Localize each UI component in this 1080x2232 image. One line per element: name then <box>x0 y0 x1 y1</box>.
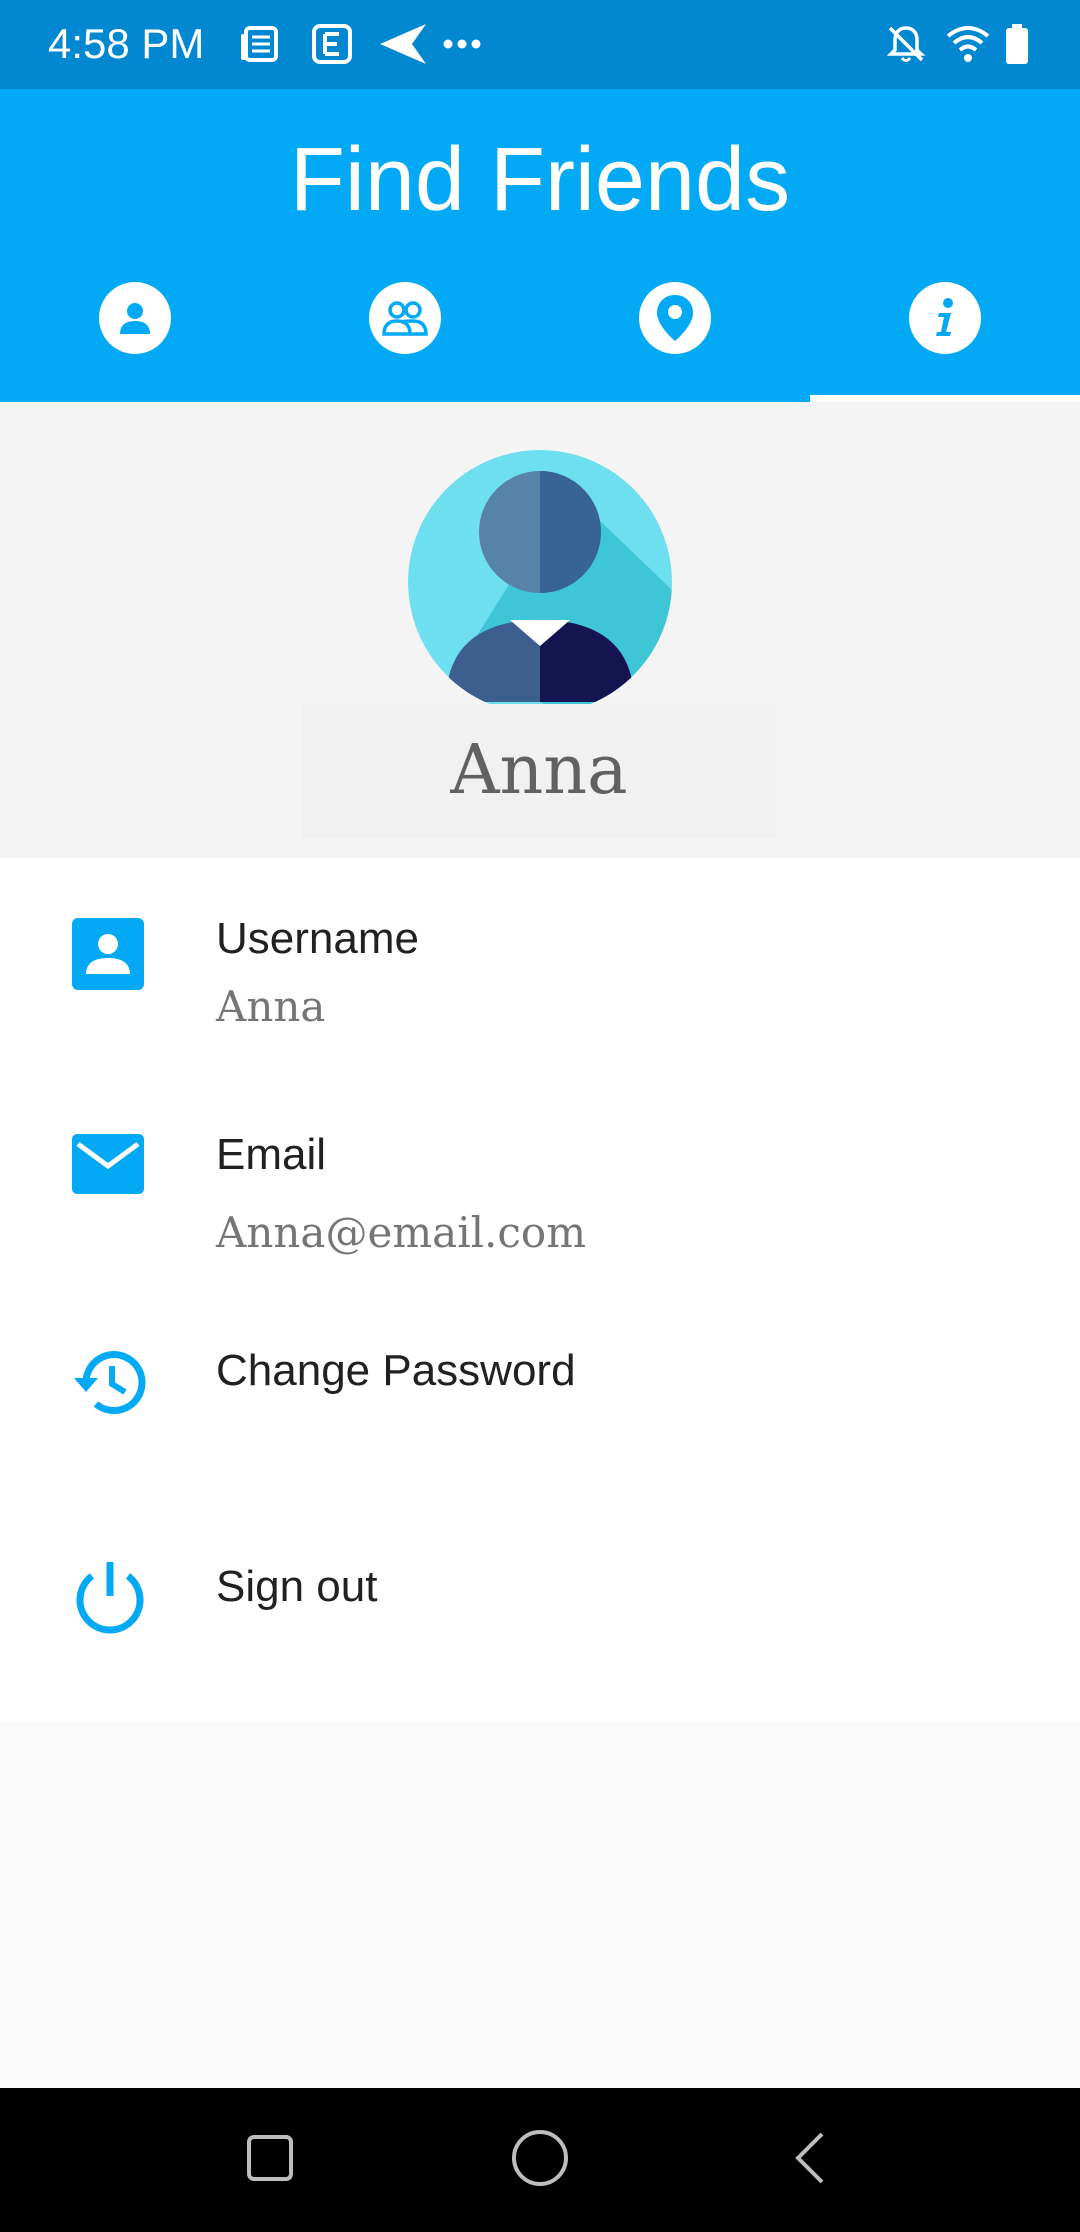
history-icon <box>72 1344 148 1425</box>
username-row[interactable]: Username Anna <box>0 858 1080 1074</box>
back-icon <box>792 2130 828 2191</box>
account-box-icon <box>72 918 144 995</box>
battery-icon <box>1004 22 1030 71</box>
email-icon <box>72 1134 144 1199</box>
change-password-label: Change Password <box>216 1346 576 1395</box>
group-icon <box>369 282 441 354</box>
bell-off-icon <box>884 22 928 71</box>
info-icon <box>909 282 981 354</box>
power-icon <box>72 1556 148 1641</box>
change-password-row[interactable]: Change Password <box>0 1290 1080 1506</box>
location-pin-icon <box>639 282 711 354</box>
status-bar: 4:58 PM <box>0 0 1080 89</box>
email-value: Anna@email.com <box>216 1208 587 1257</box>
tab-info[interactable] <box>810 267 1080 402</box>
app-title: Find Friends <box>289 130 791 230</box>
recents-button[interactable] <box>190 2088 350 2232</box>
username-label: Username <box>216 914 419 963</box>
tab-friends[interactable] <box>270 267 540 402</box>
wifi-icon <box>944 22 992 71</box>
more-dots-icon <box>440 22 484 71</box>
tab-indicator <box>810 395 1080 402</box>
profile-name: Anna <box>450 731 628 810</box>
sign-out-label: Sign out <box>216 1562 378 1611</box>
document-e-icon <box>310 22 354 71</box>
username-value: Anna <box>216 982 326 1031</box>
email-row[interactable]: Email Anna@email.com <box>0 1074 1080 1290</box>
tab-profile[interactable] <box>0 267 270 402</box>
home-button[interactable] <box>460 2088 620 2232</box>
send-icon <box>378 22 428 71</box>
home-icon <box>511 2129 569 2192</box>
profile-name-box: Anna <box>302 704 776 838</box>
tab-location[interactable] <box>540 267 810 402</box>
avatar[interactable] <box>408 450 672 714</box>
account-details-list: Username Anna Email Anna@email.com Chang… <box>0 858 1080 1722</box>
news-icon <box>238 22 282 71</box>
status-time: 4:58 PM <box>48 20 205 67</box>
person-icon <box>99 282 171 354</box>
email-label: Email <box>216 1130 327 1179</box>
system-nav-bar <box>0 2088 1080 2232</box>
back-button[interactable] <box>730 2088 890 2232</box>
sign-out-row[interactable]: Sign out <box>0 1506 1080 1722</box>
app-bar: Find Friends <box>0 89 1080 402</box>
recents-icon <box>246 2134 294 2187</box>
profile-header: Anna <box>0 402 1080 858</box>
